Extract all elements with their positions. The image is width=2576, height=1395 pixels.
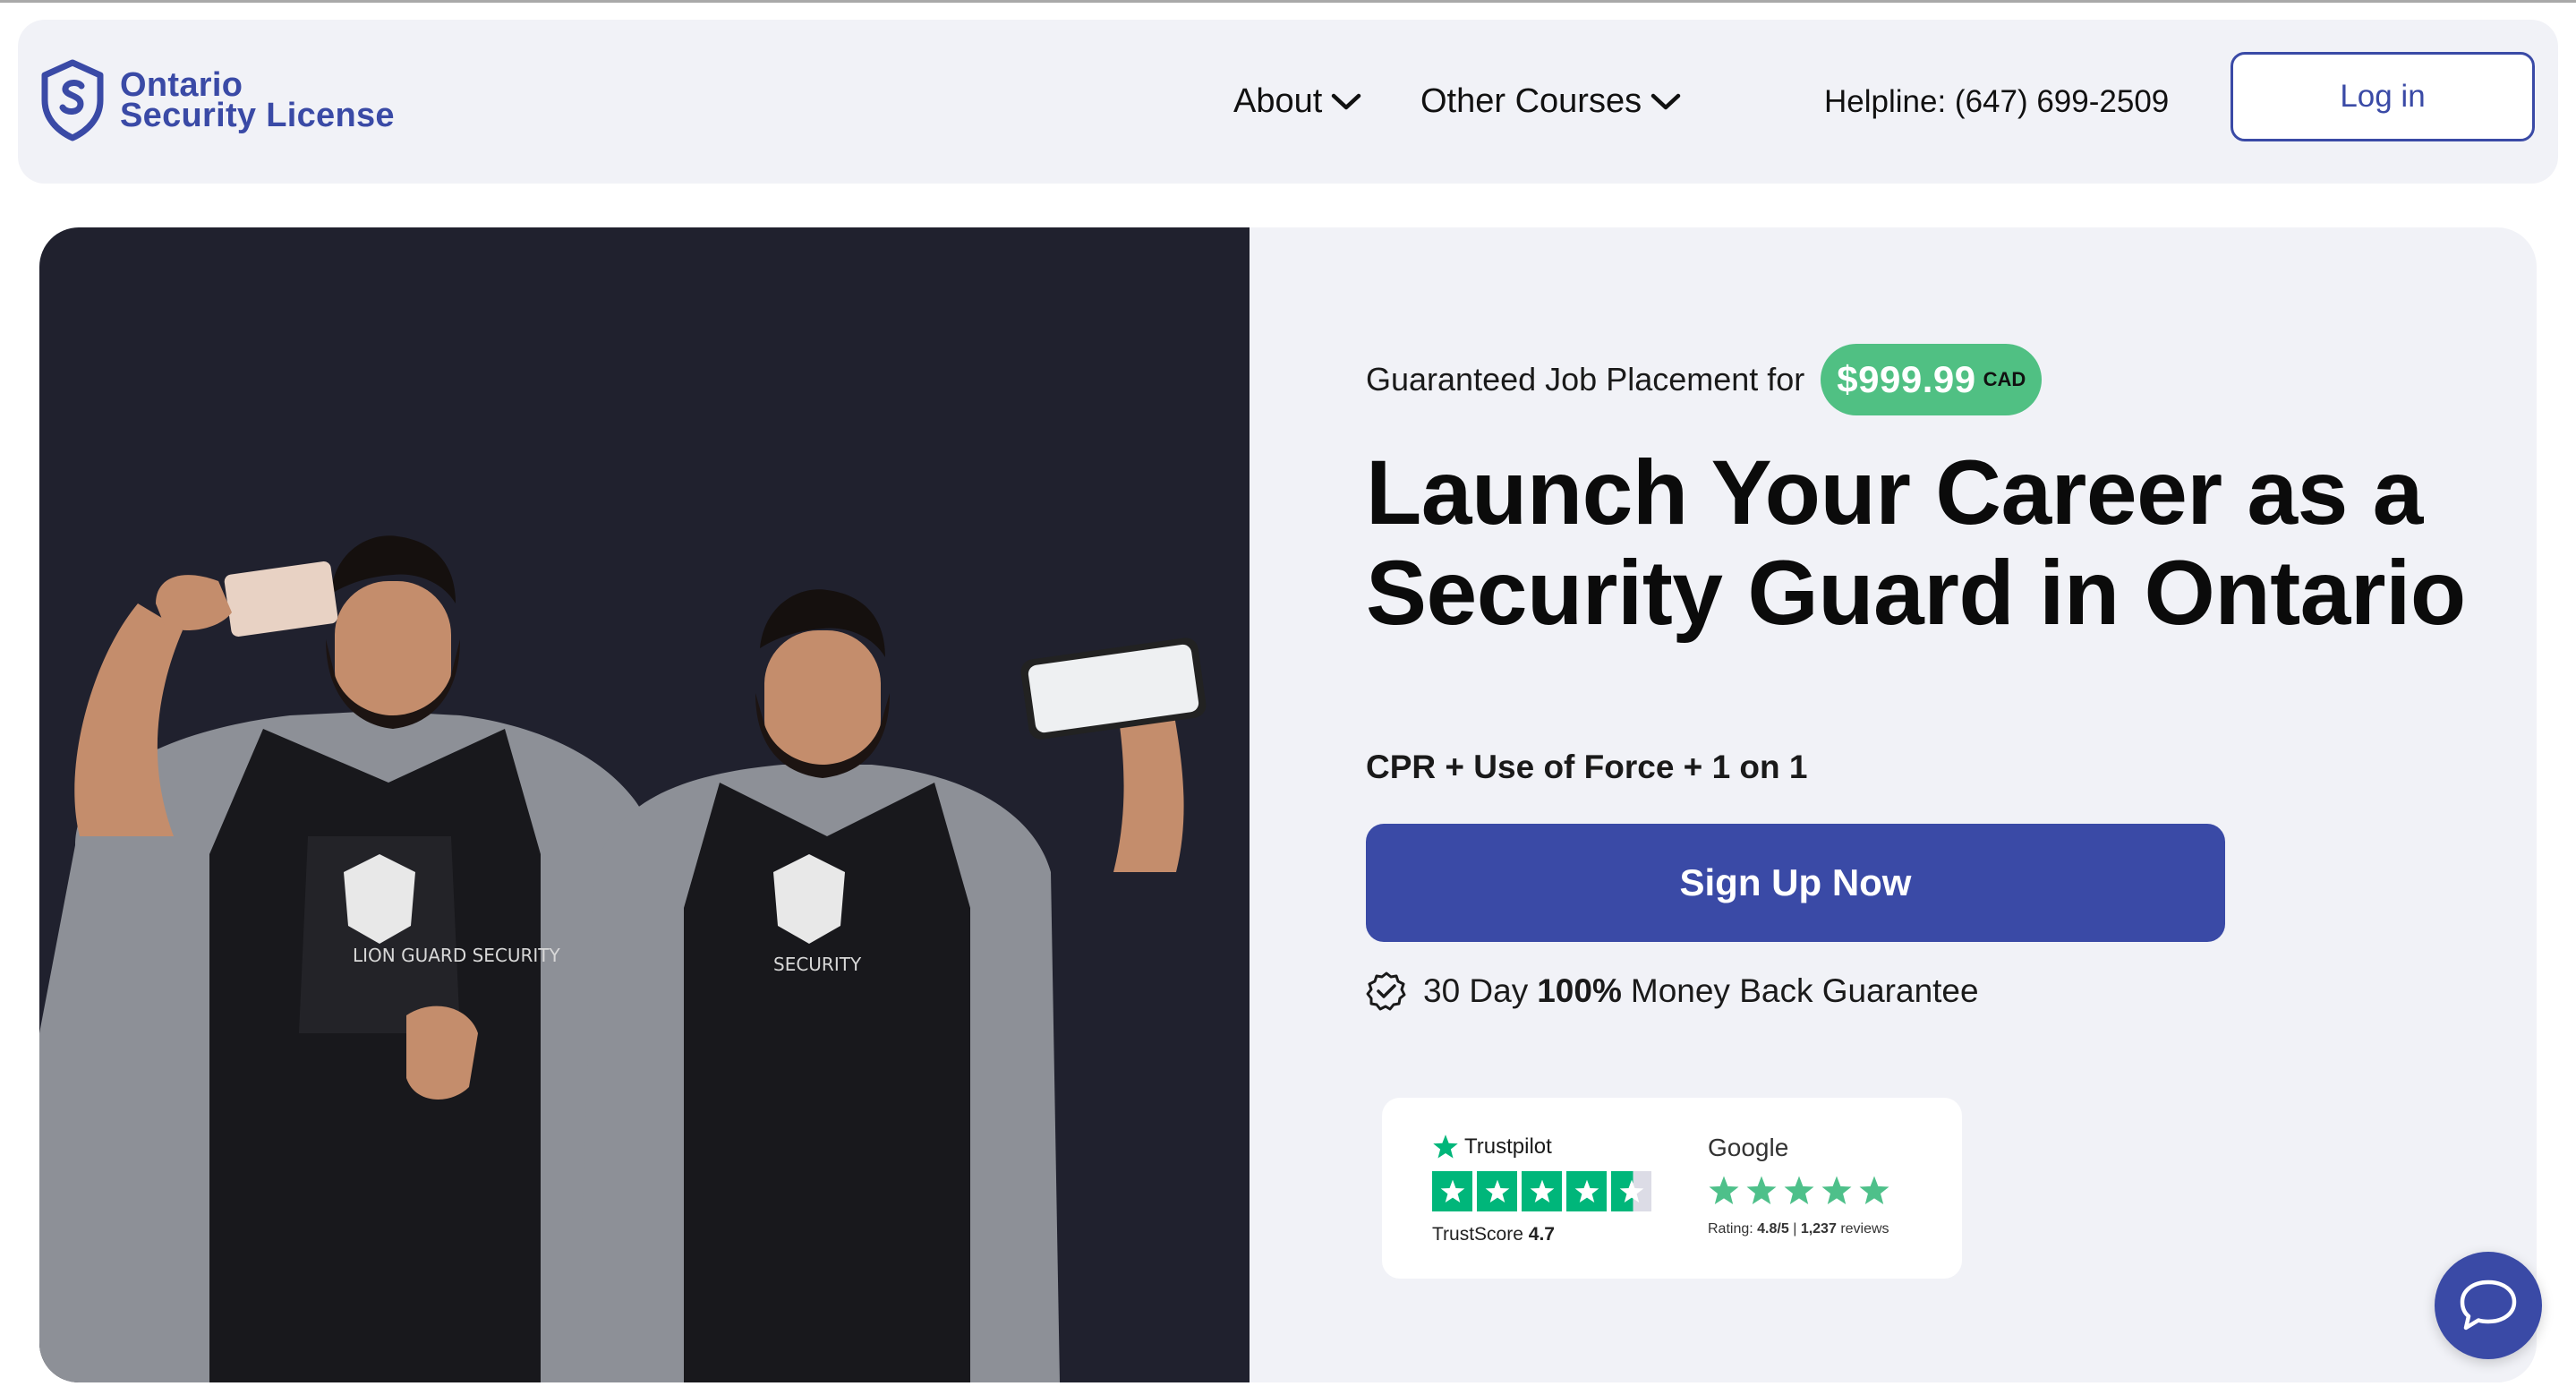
hero-photo: LION GUARD SECURITY SECURITY (39, 227, 1250, 1382)
google-rating-label: Rating: (1708, 1221, 1753, 1237)
google-star-icon (1859, 1176, 1889, 1204)
helpline[interactable]: Helpline: (647) 699-2509 (1824, 84, 2169, 120)
star-icon (1440, 1179, 1464, 1202)
star-icon (1574, 1179, 1599, 1202)
trustpilot-score: TrustScore 4.7 (1432, 1224, 1656, 1245)
star-icon (1619, 1179, 1643, 1202)
trustpilot-name: Trustpilot (1464, 1134, 1552, 1159)
nav-other-courses[interactable]: Other Courses (1420, 82, 1681, 121)
check-badge-icon (1366, 971, 1406, 1011)
google-rating-sep: | (1793, 1221, 1797, 1237)
google-star-icon (1821, 1176, 1852, 1204)
hero-headline: Launch Your Career as a Security Guard i… (1366, 442, 2466, 643)
google-star-icon (1784, 1176, 1814, 1204)
nav-about-label: About (1233, 82, 1323, 120)
trustscore-value: 4.7 (1528, 1224, 1555, 1245)
helpline-wrap: Helpline: (647) 699-2509 (1824, 20, 2169, 184)
guarantee-percent: 100% (1537, 972, 1622, 1009)
trustpilot-widget[interactable]: Trustpilot TrustScore 4.7 (1432, 1134, 1656, 1245)
login-button[interactable]: Log in (2231, 52, 2535, 141)
trustpilot-star-4 (1566, 1171, 1607, 1211)
logo-line-2: Security License (120, 97, 395, 134)
logo-line-1: Ontario (120, 66, 243, 104)
trustpilot-header: Trustpilot (1432, 1134, 1656, 1160)
money-back-guarantee: 30 Day 100% Money Back Guarantee (1366, 971, 1979, 1012)
sign-up-button[interactable]: Sign Up Now (1366, 824, 2225, 942)
vest-right-text: SECURITY (773, 954, 862, 975)
hero-section: LION GUARD SECURITY SECURITY Guaranteed … (39, 227, 2537, 1382)
placement-row: Guaranteed Job Placement for $999.99 CAD (1366, 344, 2043, 415)
nav-about-wrap: About (1233, 20, 1361, 184)
guarantee-prefix: 30 Day (1423, 972, 1529, 1009)
trustpilot-star-3 (1522, 1171, 1562, 1211)
site-header: Ontario Security License About Other Cou… (18, 20, 2558, 184)
google-widget[interactable]: Google Rating: 4.8/5 | 1,237 reviews (1708, 1134, 1896, 1237)
security-guards-photo: LION GUARD SECURITY SECURITY (39, 535, 1207, 1382)
google-review-count: 1,237 (1800, 1221, 1837, 1237)
chevron-down-icon (1651, 93, 1681, 109)
vest-left-text: LION GUARD SECURITY (353, 945, 561, 966)
star-icon (1485, 1179, 1509, 1202)
google-name: Google (1708, 1134, 1789, 1161)
google-star-icon (1709, 1176, 1739, 1204)
google-star-icon (1746, 1176, 1777, 1204)
google-reviews-suffix: reviews (1840, 1221, 1889, 1237)
shield-logo-icon (41, 59, 104, 141)
headline-line-1: Launch Your Career as a (1366, 441, 2423, 543)
star-icon (1530, 1179, 1554, 1202)
guarantee-suffix: Money Back Guarantee (1630, 972, 1979, 1009)
logo[interactable]: Ontario Security License (39, 59, 395, 141)
chat-button[interactable] (2435, 1252, 2542, 1359)
reviews-card: Trustpilot TrustScore 4.7 Google Rating:… (1382, 1098, 1962, 1279)
nav-other-courses-label: Other Courses (1420, 82, 1642, 120)
nav-about[interactable]: About (1233, 82, 1361, 121)
headline-line-2: Security Guard in Ontario (1366, 542, 2466, 644)
top-border (0, 0, 2576, 3)
placement-text: Guaranteed Job Placement for (1366, 361, 1805, 398)
logo-text: Ontario Security License (120, 66, 395, 134)
course-features: CPR + Use of Force + 1 on 1 (1366, 749, 1808, 785)
trustpilot-star-1 (1432, 1171, 1472, 1211)
price-badge: $999.99 CAD (1821, 344, 2043, 415)
chat-bubble-icon (2460, 1279, 2517, 1331)
trustpilot-star-5 (1611, 1171, 1651, 1211)
trustpilot-star-2 (1477, 1171, 1517, 1211)
price: $999.99 (1837, 358, 1976, 400)
currency: CAD (1983, 368, 2026, 390)
google-stars (1708, 1175, 1896, 1207)
trustscore-label: TrustScore (1432, 1224, 1523, 1245)
chevron-down-icon (1332, 93, 1361, 109)
trustpilot-stars (1432, 1171, 1656, 1211)
nav-courses-wrap: Other Courses (1420, 20, 1681, 184)
trustpilot-star-icon (1433, 1134, 1458, 1159)
google-rating: Rating: 4.8/5 | 1,237 reviews (1708, 1221, 1896, 1237)
google-rating-value: 4.8/5 (1757, 1221, 1789, 1237)
